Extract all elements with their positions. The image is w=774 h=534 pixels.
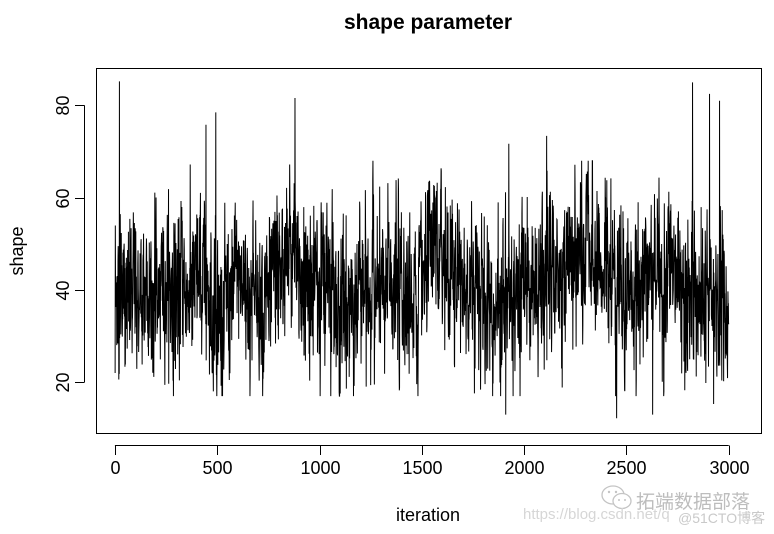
x-tick-label: 3000 [709,458,749,478]
x-tick-label: 1500 [402,458,442,478]
y-tick-label: 80 [53,95,73,115]
x-tick-label: 2000 [504,458,544,478]
y-tick-label: 40 [53,280,73,300]
chart-title: shape parameter [344,11,512,34]
y-axis-label: shape [7,226,27,275]
y-tick-label: 60 [53,188,73,208]
x-tick-label: 500 [202,458,232,478]
series-shape [114,81,730,419]
trace-line [114,81,730,419]
trace-plot: shape parameter 0 500 1000 1500 2000 2500 3000… [7,11,762,525]
x-tick-label: 1000 [300,458,340,478]
y-axis: 20 40 60 80 [53,95,85,393]
x-axis-label: iteration [396,505,460,525]
watermark-source: @51CTO博客 [678,510,766,526]
x-tick-label: 2500 [606,458,646,478]
watermark-url: https://blog.csdn.net/q [523,506,670,523]
y-tick-label: 20 [53,372,73,392]
x-axis: 0 500 1000 1500 2000 2500 3000 [110,445,750,478]
x-tick-label: 0 [110,458,120,478]
